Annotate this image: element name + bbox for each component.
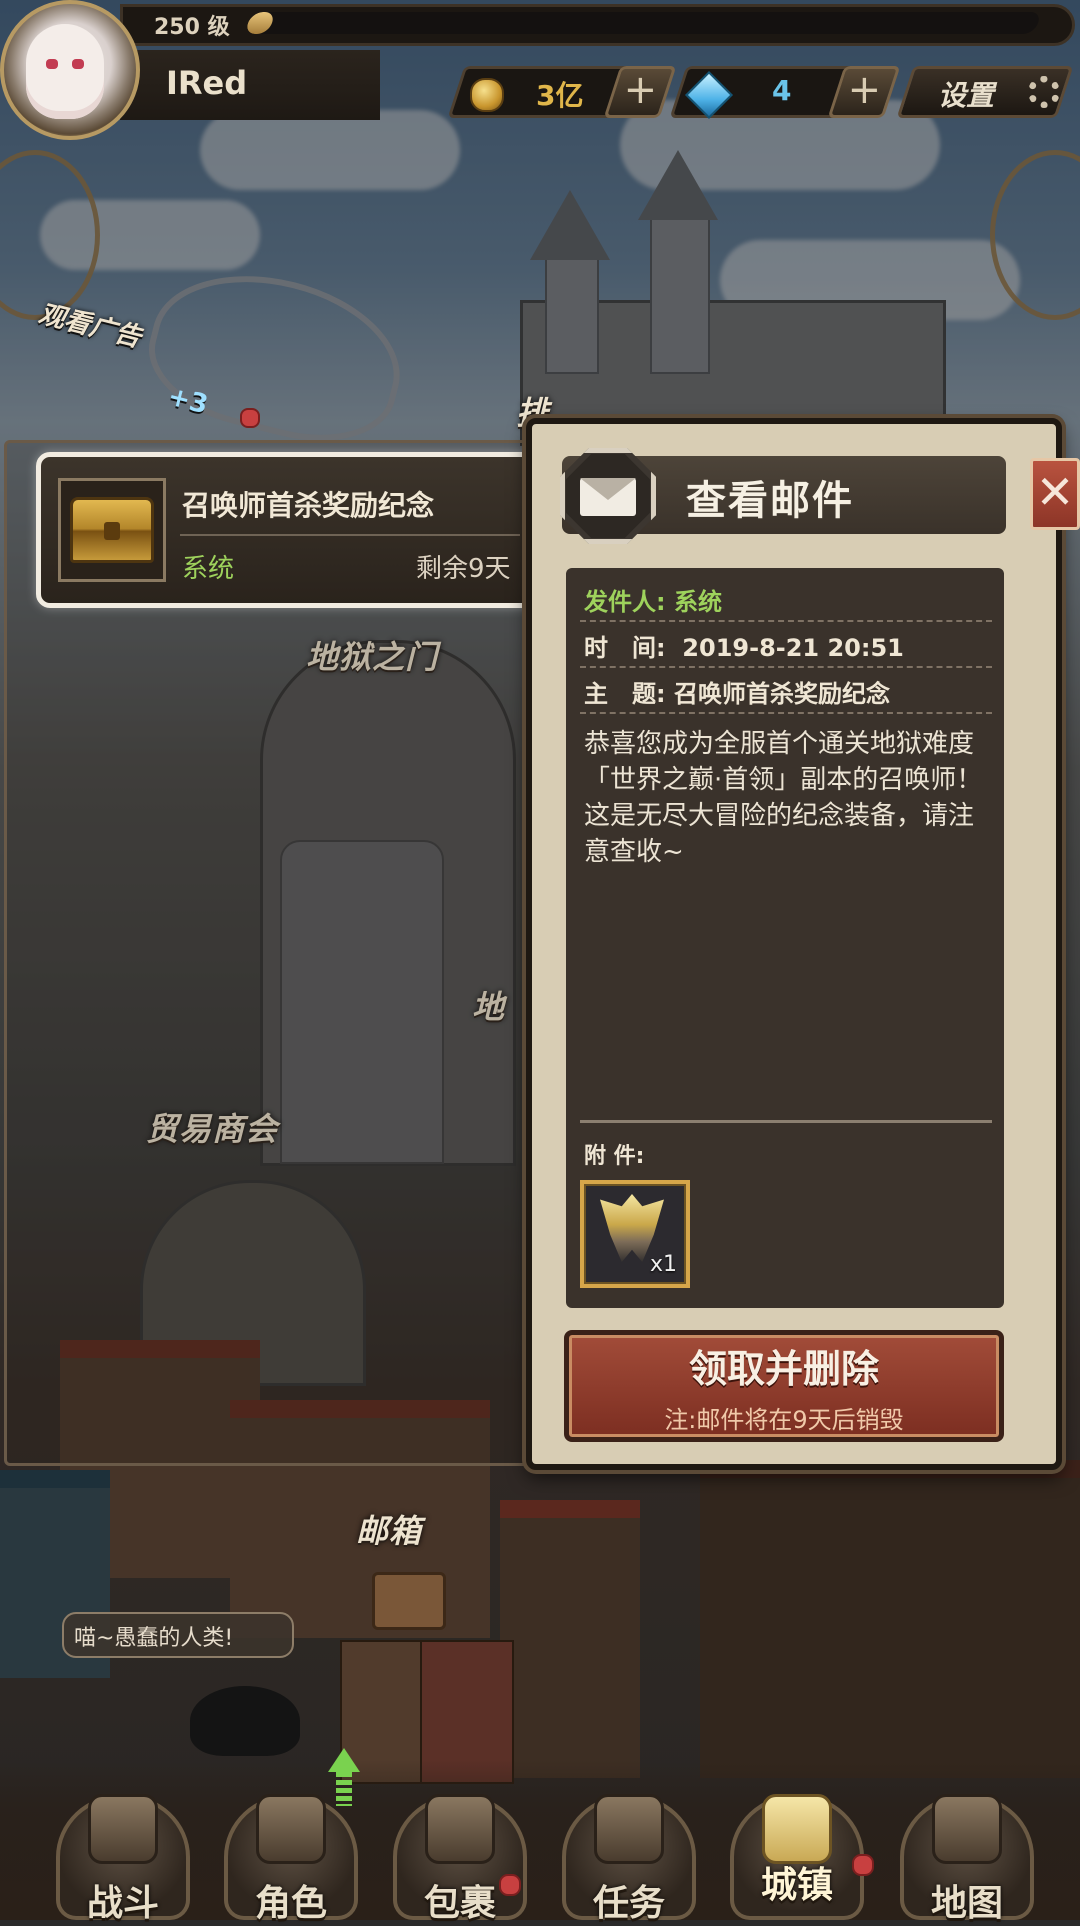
nav-label: 城镇 — [760, 1865, 833, 1906]
sword-shield-icon — [88, 1794, 158, 1864]
notification-dot — [499, 1874, 521, 1896]
map-icon — [932, 1794, 1002, 1864]
upgrade-arrow-stem — [336, 1772, 352, 1806]
nav-map[interactable]: 地图 — [892, 1774, 1042, 1924]
speech-text: 喵~愚蠢的人类! — [74, 1626, 234, 1651]
castle-icon — [762, 1794, 832, 1864]
gear-icon[interactable] — [1028, 76, 1060, 108]
gem-amount: 4 — [772, 74, 792, 107]
nav-label: 角色 — [254, 1883, 327, 1924]
ad-notification-dot — [240, 408, 260, 428]
mail-item-divider — [180, 534, 520, 536]
claim-button-label[interactable]: 领取并删除 — [564, 1338, 1004, 1393]
divider — [580, 666, 992, 668]
gold-amount: 3亿 — [536, 79, 584, 112]
mailbox-icon[interactable] — [372, 1572, 446, 1630]
player-avatar[interactable] — [0, 0, 140, 140]
plus-icon: + — [847, 67, 882, 113]
envelope-flap — [580, 478, 636, 500]
avatar-eye-right — [72, 59, 84, 69]
mail-sender-line: 发件人: 系统 — [584, 588, 722, 616]
claim-button-note: 注:邮件将在9天后销毁 — [664, 1406, 904, 1434]
mail-body-text: 恭喜您成为全服首个通关地狱难度「世界之巅·首领」副本的召唤师！ 这是无尽大冒险的… — [584, 729, 983, 867]
dialog-title: 查看邮件 — [686, 478, 854, 524]
nav-label: 任务 — [592, 1883, 665, 1924]
nav-label: 地图 — [930, 1883, 1003, 1924]
nav-battle[interactable]: 战斗 — [48, 1774, 198, 1924]
divider — [580, 712, 992, 714]
cat-npc[interactable] — [190, 1686, 300, 1756]
nav-bag[interactable]: 包裹 — [385, 1774, 535, 1924]
settings-label[interactable]: 设置 — [938, 74, 994, 114]
nav-label: 战斗 — [86, 1883, 159, 1924]
avatar-eye-left — [46, 59, 58, 69]
plus-icon: + — [623, 67, 658, 113]
xp-progress-bar — [243, 12, 1043, 34]
gold-coin-icon — [470, 78, 504, 112]
divider — [580, 620, 992, 622]
attachment-quantity: x1 — [650, 1252, 678, 1277]
scroll-icon — [594, 1794, 664, 1864]
mail-subject-line: 主 题: 召唤师首杀奖励纪念 — [584, 680, 890, 708]
player-level: 250 级 — [154, 15, 230, 40]
notification-dot — [852, 1854, 874, 1876]
backpack-icon — [425, 1794, 495, 1864]
nav-quest[interactable]: 任务 — [554, 1774, 704, 1924]
upgrade-arrow-icon — [328, 1748, 360, 1772]
attachments-label: 附 件: — [584, 1144, 645, 1169]
mail-item-remaining: 剩余9天 — [416, 554, 511, 584]
avatar-face — [26, 24, 104, 119]
close-button[interactable]: ✕ — [1030, 458, 1080, 530]
place-mailbox-label[interactable]: 邮箱 — [356, 1506, 422, 1552]
chest-lock — [104, 522, 120, 540]
helmet-icon — [256, 1794, 326, 1864]
nav-town[interactable]: 城镇 — [722, 1774, 874, 1920]
player-name: IRed — [166, 64, 248, 102]
attachments-divider — [580, 1120, 992, 1123]
mail-item-sender: 系统 — [182, 554, 235, 584]
name-bar — [120, 50, 380, 120]
mail-time-line: 时 间: 2019-8-21 20:51 — [584, 634, 904, 662]
mail-item-title: 召唤师首杀奖励纪念 — [182, 489, 435, 522]
